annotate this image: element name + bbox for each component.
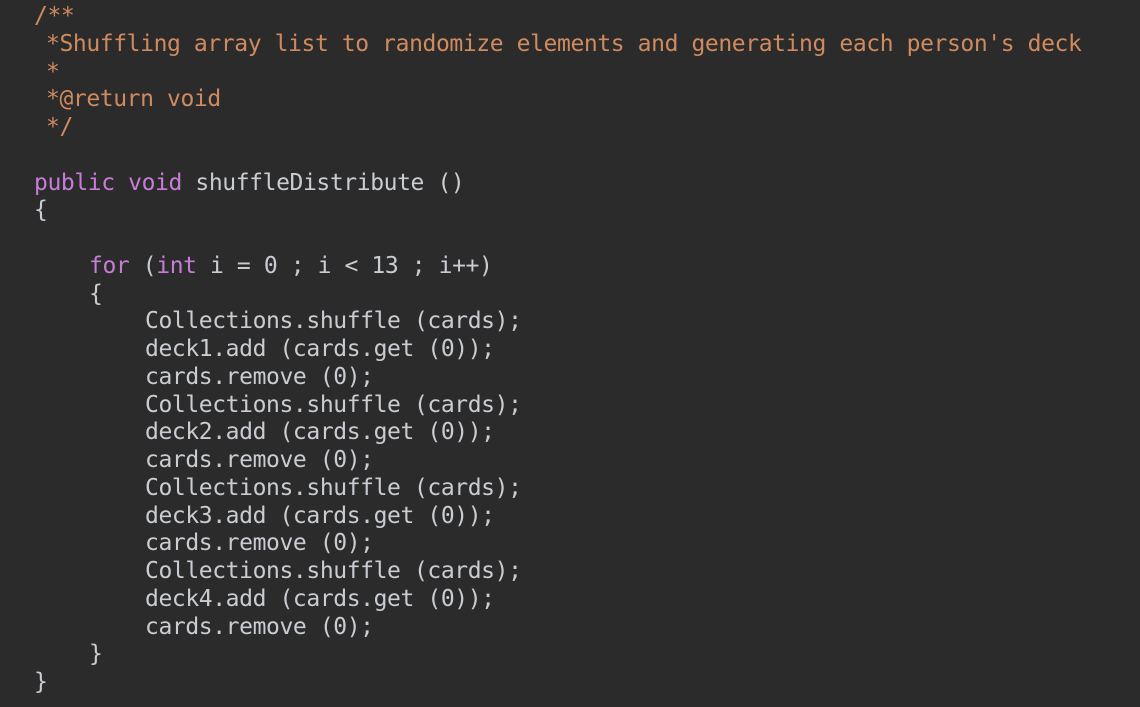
code-line: cards.remove (0); bbox=[145, 363, 374, 390]
comment-description-line: *Shuffling array list to randomize eleme… bbox=[46, 30, 1082, 57]
code-line: Collections.shuffle (cards); bbox=[145, 558, 522, 584]
method-open-brace: { bbox=[34, 197, 48, 224]
for-keyword: for bbox=[89, 252, 130, 279]
code-line: Collections.shuffle (cards); bbox=[145, 308, 522, 335]
for-open-paren: ( bbox=[142, 252, 157, 279]
comment-close-line: */ bbox=[46, 114, 73, 140]
void-keyword: void bbox=[128, 169, 182, 196]
for-loop-condition: i = 0 ; i < 13 ; i++) bbox=[196, 252, 493, 279]
code-line: Collections.shuffle (cards); bbox=[145, 391, 522, 418]
for-loop-line: for (int i = 0 ; i < 13 ; i++) bbox=[0, 253, 1140, 281]
loop-open-brace: { bbox=[89, 280, 103, 307]
method-close-brace: } bbox=[34, 669, 48, 695]
code-line: deck4.add (cards.get (0)); bbox=[145, 585, 495, 612]
method-name: shuffleDistribute () bbox=[195, 169, 465, 196]
comment-return-line: *@return void bbox=[46, 86, 221, 113]
code-editor[interactable]: /** *Shuffling array list to randomize e… bbox=[0, 0, 1140, 707]
code-line: deck1.add (cards.get (0)); bbox=[145, 336, 495, 362]
comment-open-line: /** bbox=[34, 3, 75, 29]
method-signature-line: public void shuffleDistribute () bbox=[0, 170, 1140, 198]
comment-blank-line: * bbox=[46, 58, 60, 85]
code-line: deck2.add (cards.get (0)); bbox=[145, 419, 495, 446]
public-keyword: public bbox=[34, 169, 115, 196]
code-line: cards.remove (0); bbox=[145, 447, 374, 473]
loop-close-brace: } bbox=[89, 641, 103, 668]
code-line: cards.remove (0); bbox=[145, 530, 374, 557]
int-keyword: int bbox=[156, 252, 197, 279]
code-line: cards.remove (0); bbox=[145, 613, 374, 640]
code-line: deck3.add (cards.get (0)); bbox=[145, 502, 495, 529]
code-line: Collections.shuffle (cards); bbox=[145, 474, 522, 501]
